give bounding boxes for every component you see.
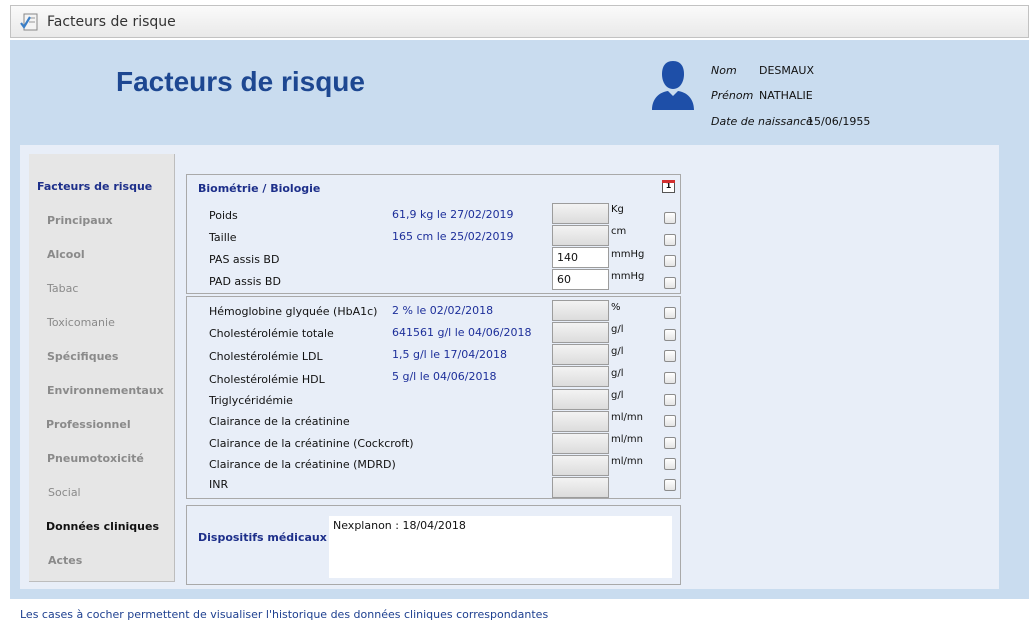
- taille-input[interactable]: [552, 225, 609, 246]
- patient-naissance: 15/06/1955: [807, 115, 871, 128]
- row-unit: mmHg: [611, 249, 645, 260]
- patient-avatar-icon: [652, 61, 694, 110]
- cholesterol-total-input[interactable]: [552, 322, 609, 343]
- row-label: Poids: [209, 209, 238, 222]
- pad-input[interactable]: [552, 269, 609, 290]
- calendar-icon[interactable]: 1: [662, 180, 675, 193]
- history-checkbox[interactable]: [664, 212, 676, 224]
- clairance-mdrd-input[interactable]: [552, 455, 609, 476]
- row-last-value: 2 % le 02/02/2018: [392, 304, 494, 317]
- row-unit: Kg: [611, 204, 624, 215]
- row-last-value: 1,5 g/l le 17/04/2018: [392, 348, 507, 361]
- row-label: Taille: [209, 231, 237, 244]
- sidebar-item-social[interactable]: Social: [48, 486, 81, 499]
- history-checkbox[interactable]: [664, 234, 676, 246]
- sidebar-item-environnementaux[interactable]: Environnementaux: [47, 384, 164, 397]
- history-checkbox[interactable]: [664, 437, 676, 449]
- patient-nom-label: Nom: [711, 64, 737, 77]
- history-checkbox[interactable]: [664, 458, 676, 470]
- row-unit: cm: [611, 226, 627, 237]
- history-checkbox[interactable]: [664, 372, 676, 384]
- sidebar-item-toxicomanie[interactable]: Toxicomanie: [47, 316, 115, 329]
- row-last-value: 641561 g/l le 04/06/2018: [392, 326, 532, 339]
- poids-input[interactable]: [552, 203, 609, 224]
- clairance-input[interactable]: [552, 411, 609, 432]
- cholesterol-hdl-input[interactable]: [552, 366, 609, 387]
- dispositifs-title: Dispositifs médicaux: [198, 531, 327, 544]
- sidebar-item-actes[interactable]: Actes: [48, 554, 82, 567]
- dispositifs-textarea[interactable]: Nexplanon : 18/04/2018: [329, 516, 672, 578]
- patient-prenom-label: Prénom: [711, 89, 754, 102]
- row-unit: mmHg: [611, 271, 645, 282]
- row-last-value: 61,9 kg le 27/02/2019: [392, 208, 514, 221]
- pas-input[interactable]: [552, 247, 609, 268]
- biometrie-title: Biométrie / Biologie: [198, 182, 321, 195]
- row-unit: %: [611, 302, 621, 313]
- row-unit: g/l: [611, 368, 624, 379]
- patient-nom: DESMAUX: [759, 64, 815, 77]
- row-label: Cholestérolémie LDL: [209, 350, 323, 363]
- triglycerides-input[interactable]: [552, 389, 609, 410]
- history-checkbox[interactable]: [664, 350, 676, 362]
- history-checkbox[interactable]: [664, 394, 676, 406]
- history-checkbox[interactable]: [664, 277, 676, 289]
- row-last-value: 165 cm le 25/02/2019: [392, 230, 514, 243]
- sidebar-item-alcool[interactable]: Alcool: [47, 248, 85, 261]
- row-label: Cholestérolémie HDL: [209, 373, 325, 386]
- sidebar-item-specifiques[interactable]: Spécifiques: [47, 350, 118, 363]
- row-unit: ml/mn: [611, 412, 643, 423]
- checklist-icon: [20, 13, 38, 31]
- history-checkbox[interactable]: [664, 479, 676, 491]
- row-unit: g/l: [611, 346, 624, 357]
- patient-naissance-label: Date de naissance: [711, 115, 813, 128]
- row-label: Clairance de la créatinine (Cockcroft): [209, 437, 414, 450]
- footer-note: Les cases à cocher permettent de visuali…: [20, 608, 549, 621]
- row-label: Cholestérolémie totale: [209, 327, 334, 340]
- patient-prenom: NATHALIE: [759, 89, 813, 102]
- row-unit: ml/mn: [611, 434, 643, 445]
- sidebar-item-facteurs-de-risque[interactable]: Facteurs de risque: [37, 180, 152, 193]
- history-checkbox[interactable]: [664, 415, 676, 427]
- row-label: Clairance de la créatinine: [209, 415, 350, 428]
- row-unit: ml/mn: [611, 456, 643, 467]
- row-label: PAS assis BD: [209, 253, 280, 266]
- row-last-value: 5 g/l le 04/06/2018: [392, 370, 497, 383]
- row-label: Triglycéridémie: [209, 394, 293, 407]
- hba1c-input[interactable]: [552, 300, 609, 321]
- sidebar-item-professionnel[interactable]: Professionnel: [46, 418, 131, 431]
- clairance-cockcroft-input[interactable]: [552, 433, 609, 454]
- row-label: Clairance de la créatinine (MDRD): [209, 458, 396, 471]
- window-titlebar: Facteurs de risque: [10, 5, 1029, 38]
- row-unit: g/l: [611, 390, 624, 401]
- inr-input[interactable]: [552, 477, 609, 498]
- sidebar-item-tabac[interactable]: Tabac: [47, 282, 78, 295]
- row-label: INR: [209, 478, 229, 491]
- cholesterol-ldl-input[interactable]: [552, 344, 609, 365]
- row-label: PAD assis BD: [209, 275, 281, 288]
- page-title: Facteurs de risque: [116, 66, 365, 97]
- row-label: Hémoglobine glyquée (HbA1c): [209, 305, 378, 318]
- sidebar-item-principaux[interactable]: Principaux: [47, 214, 113, 227]
- history-checkbox[interactable]: [664, 329, 676, 341]
- history-checkbox[interactable]: [664, 255, 676, 267]
- window-title: Facteurs de risque: [47, 14, 176, 30]
- sidebar-item-donnees-cliniques[interactable]: Données cliniques: [46, 520, 159, 533]
- row-unit: g/l: [611, 324, 624, 335]
- sidebar-item-pneumotoxicite[interactable]: Pneumotoxicité: [47, 452, 144, 465]
- history-checkbox[interactable]: [664, 307, 676, 319]
